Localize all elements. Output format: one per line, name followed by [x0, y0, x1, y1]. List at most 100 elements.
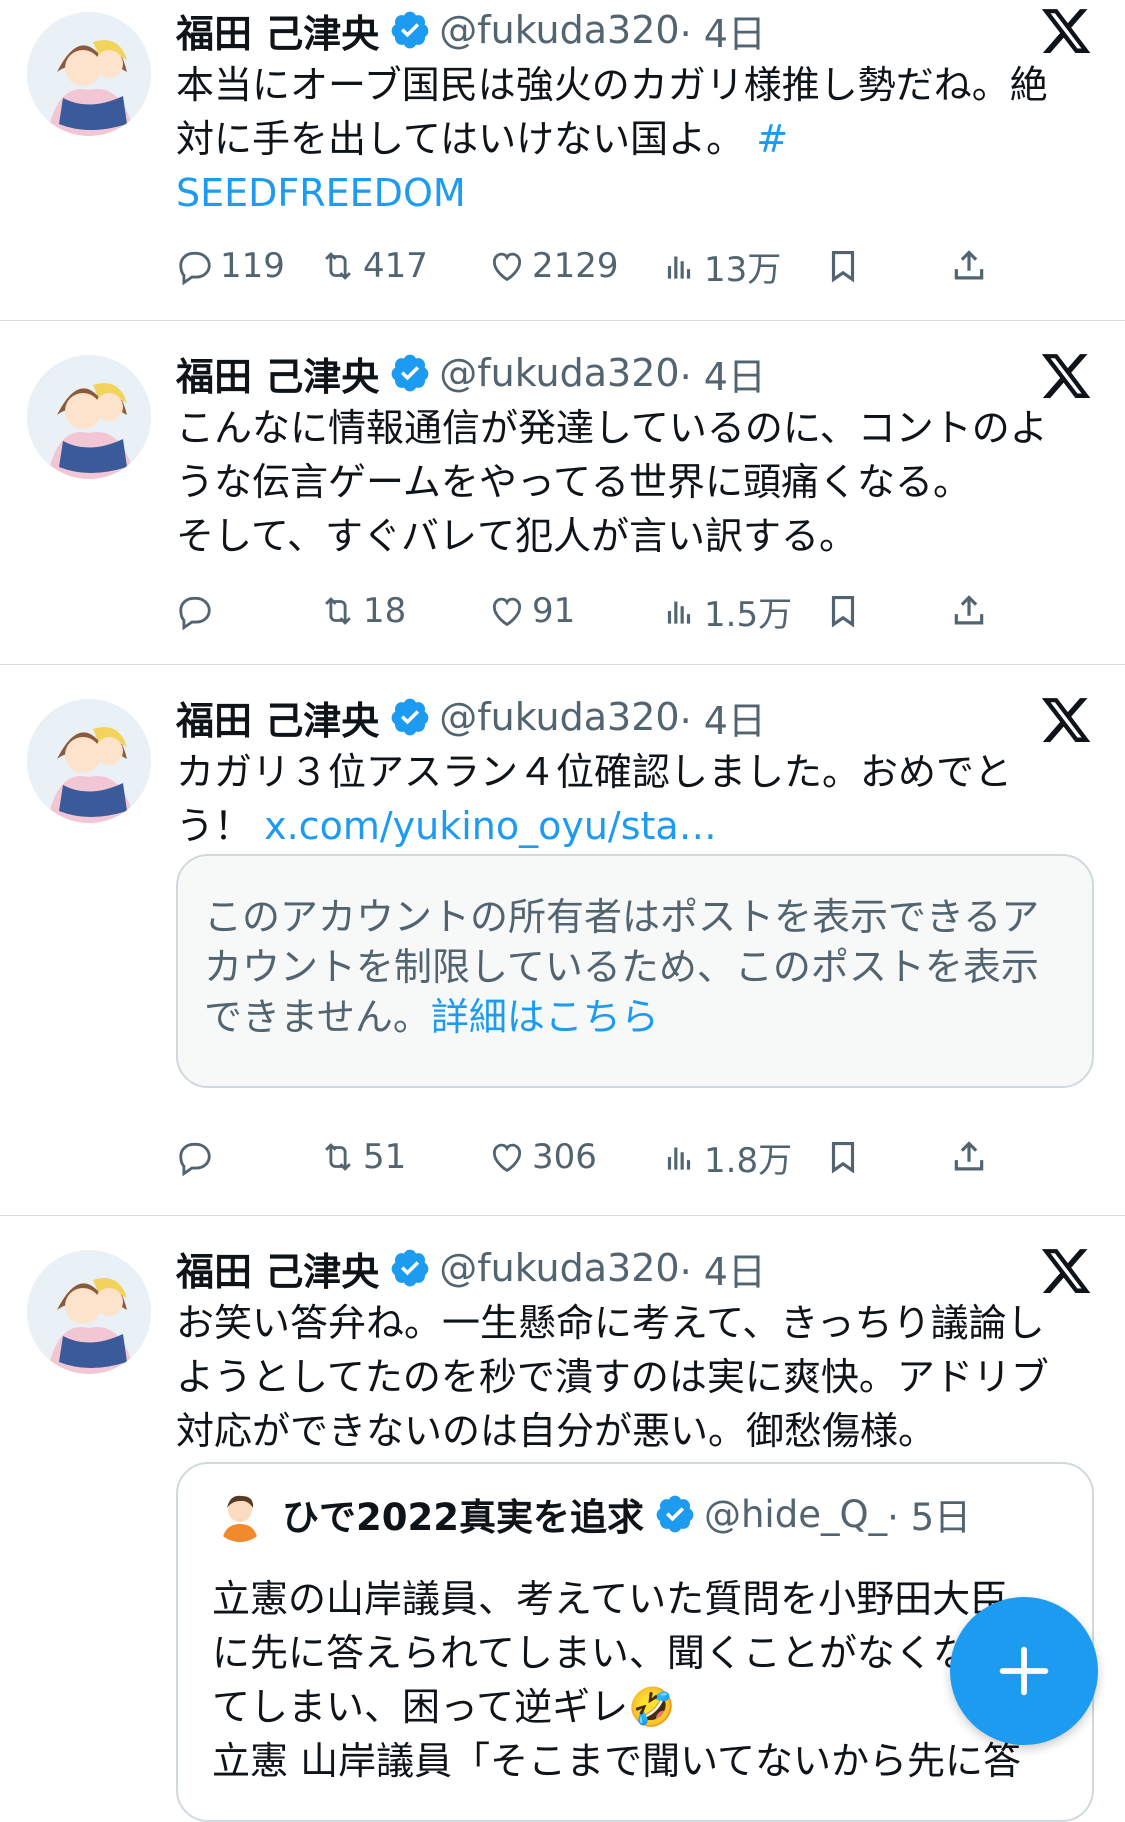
views-button[interactable]: 13万: [660, 241, 781, 291]
share-button[interactable]: [950, 586, 994, 636]
post-link[interactable]: x.com/yukino_oyu/sta…: [264, 804, 717, 848]
post[interactable]: 福田 己津央 @fukuda320 · 4日 本当にオーブ国民は強火のカガリ様推…: [0, 0, 1125, 321]
reply-button[interactable]: [176, 1132, 220, 1182]
repost-count: 417: [363, 246, 428, 286]
share-button[interactable]: [950, 1132, 994, 1182]
bookmark-icon: [831, 250, 855, 283]
post-time[interactable]: · 4日: [680, 3, 766, 58]
author-handle[interactable]: @fukuda320: [439, 1246, 679, 1290]
x-logo-icon: [1039, 693, 1093, 747]
post-header: 福田 己津央 @fukuda320 · 4日: [176, 347, 766, 399]
views-button[interactable]: 1.8万: [660, 1132, 792, 1182]
views-count: 1.5万: [704, 594, 793, 635]
repost-icon: [325, 252, 351, 280]
post-text: 本当にオーブ国民は強火のカガリ様推し勢だね。絶 対に手を出してはいけない国よ。 …: [176, 58, 1086, 220]
author-name[interactable]: 福田 己津央: [176, 1241, 379, 1296]
like-button[interactable]: 306: [488, 1132, 597, 1182]
verified-badge-icon: [389, 352, 431, 394]
like-button[interactable]: 2129: [488, 241, 619, 291]
post-header: 福田 己津央 @fukuda320 · 4日: [176, 1242, 766, 1294]
author-handle[interactable]: @fukuda320: [439, 695, 679, 739]
views-count: 13万: [704, 249, 782, 290]
bookmark-button[interactable]: [824, 241, 868, 291]
post-header: 福田 己津央 @fukuda320 · 4日: [176, 4, 766, 56]
repost-count: 51: [363, 1137, 407, 1177]
share-icon: [954, 250, 984, 280]
author-name[interactable]: 福田 己津央: [176, 690, 379, 745]
views-icon: [667, 256, 691, 279]
bookmark-icon: [831, 595, 855, 628]
author-avatar[interactable]: [27, 12, 151, 136]
verified-badge-icon: [654, 1493, 696, 1535]
repost-count: 18: [363, 591, 407, 631]
author-name[interactable]: 福田 己津央: [176, 3, 379, 58]
quoted-post-time: · 5日: [887, 1496, 972, 1539]
like-count: 2129: [532, 246, 619, 286]
post[interactable]: 福田 己津央 @fukuda320 · 4日 カガリ３位アスラン４位確認しました…: [0, 665, 1125, 1216]
views-count: 1.8万: [704, 1140, 793, 1181]
verified-badge-icon: [389, 696, 431, 738]
author-handle[interactable]: @fukuda320: [439, 8, 679, 52]
repost-icon: [325, 1143, 351, 1171]
author-handle[interactable]: @fukuda320: [439, 351, 679, 395]
learn-more-link[interactable]: 詳細はこちら: [431, 995, 659, 1039]
like-count: 91: [532, 591, 576, 631]
author-avatar[interactable]: [27, 1250, 151, 1374]
quoted-author-handle[interactable]: @hide_Q_: [704, 1493, 887, 1536]
repost-button[interactable]: 18: [319, 586, 406, 636]
author-name[interactable]: 福田 己津央: [176, 346, 379, 401]
post-actions: 18 91 1.5万: [176, 586, 1096, 636]
share-button[interactable]: [950, 241, 994, 291]
post-actions: 119 417 2129 13万: [176, 241, 1096, 291]
quoted-author-avatar: [212, 1486, 268, 1542]
views-icon: [667, 601, 691, 624]
author-avatar[interactable]: [27, 355, 151, 479]
bookmark-button[interactable]: [824, 1132, 868, 1182]
verified-badge-icon: [389, 9, 431, 51]
like-icon: [492, 1143, 522, 1173]
compose-plus-icon: [999, 1646, 1049, 1696]
timeline-feed: 福田 己津央 @fukuda320 · 4日 本当にオーブ国民は強火のカガリ様推…: [0, 0, 1125, 1822]
reply-button[interactable]: [176, 586, 220, 636]
views-icon: [667, 1147, 691, 1170]
bookmark-button[interactable]: [824, 586, 868, 636]
x-logo-icon: [1039, 349, 1093, 403]
post-text: こんなに情報通信が発達しているのに、コントのよ うな伝言ゲームをやってる世界に頭…: [176, 401, 1086, 563]
like-icon: [492, 252, 522, 282]
post-text: お笑い答弁ね。一生懸命に考えて、きっちり議論し ようとしてたのを秒で潰すのは実に…: [176, 1296, 1086, 1458]
post-text-content: お笑い答弁ね。一生懸命に考えて、きっちり議論し ようとしてたのを秒で潰すのは実に…: [176, 1301, 1049, 1453]
author-avatar[interactable]: [27, 699, 151, 823]
x-logo-icon: [1039, 1244, 1093, 1298]
post-text: カガリ３位アスラン４位確認しました。おめでと う！ x.com/yukino_o…: [176, 745, 1086, 853]
reply-button[interactable]: 119: [176, 241, 285, 291]
x-logo-icon: [1039, 4, 1093, 58]
like-button[interactable]: 91: [488, 586, 575, 636]
post-actions: 51 306 1.8万: [176, 1132, 1096, 1182]
compose-button[interactable]: [950, 1597, 1098, 1745]
quoted-post-text: 立憲の山岸議員、考えていた質問を小野田大臣 に先に答えられてしまい、聞くことがな…: [212, 1577, 1021, 1783]
share-icon: [954, 595, 984, 625]
post-time[interactable]: · 4日: [680, 346, 766, 401]
like-count: 306: [532, 1137, 597, 1177]
like-icon: [492, 597, 522, 627]
views-button[interactable]: 1.5万: [660, 586, 792, 636]
post-time[interactable]: · 4日: [680, 690, 766, 745]
bookmark-icon: [831, 1141, 855, 1174]
reply-icon: [179, 251, 211, 285]
post[interactable]: 福田 己津央 @fukuda320 · 4日 こんなに情報通信が発達しているのに…: [0, 321, 1125, 665]
post-text-content: 本当にオーブ国民は強火のカガリ様推し勢だね。絶 対に手を出してはいけない国よ。: [176, 63, 1048, 161]
reply-count: 119: [220, 246, 285, 286]
repost-button[interactable]: 51: [319, 1132, 406, 1182]
quoted-author-name[interactable]: ひで2022真実を追求: [282, 1487, 644, 1541]
verified-badge-icon: [389, 1247, 431, 1289]
quoted-post-header: ひで2022真実を追求 @hide_Q_ · 5日: [212, 1486, 971, 1542]
post-header: 福田 己津央 @fukuda320 · 4日: [176, 691, 766, 743]
reply-icon: [179, 1142, 211, 1176]
restricted-post-notice: このアカウントの所有者はポストを表示できるア カウントを制限しているため、このポ…: [176, 854, 1094, 1088]
post-time[interactable]: · 4日: [680, 1241, 766, 1296]
reply-icon: [179, 596, 211, 630]
post-text-content: こんなに情報通信が発達しているのに、コントのよ うな伝言ゲームをやってる世界に頭…: [176, 406, 1048, 558]
repost-icon: [325, 597, 351, 625]
repost-button[interactable]: 417: [319, 241, 428, 291]
share-icon: [954, 1141, 984, 1171]
